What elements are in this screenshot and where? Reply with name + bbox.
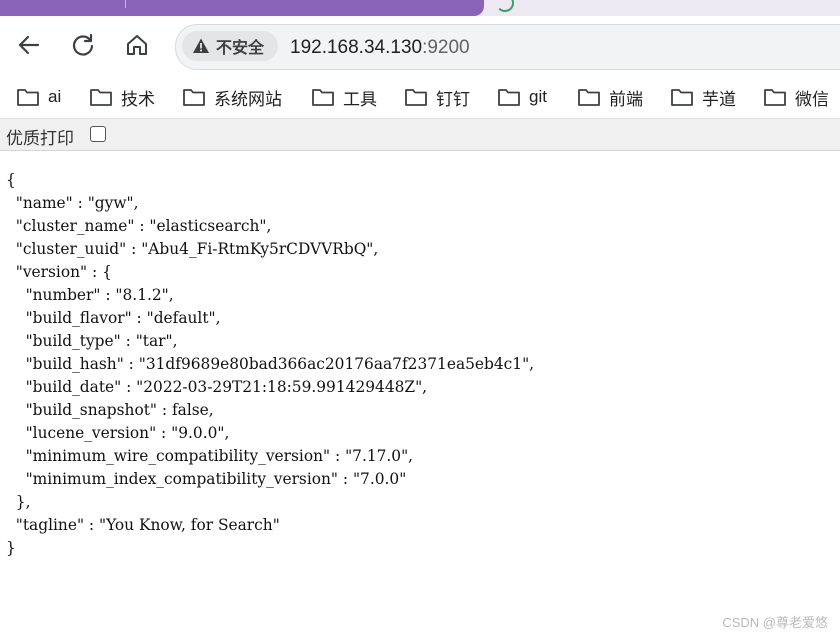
- url-host: 192.168.34.130: [290, 37, 423, 58]
- back-arrow-icon: [18, 35, 40, 55]
- pretty-print-label: 优质打印: [6, 129, 74, 148]
- browser-toolbar: 不安全 192.168.34.130:9200: [0, 16, 840, 76]
- home-icon: [127, 35, 147, 55]
- url-port: :9200: [422, 37, 470, 58]
- loading-spinner-icon: [496, 0, 514, 12]
- reload-button[interactable]: [68, 30, 98, 60]
- folder-icon: [764, 89, 786, 106]
- bookmark-label: 前端: [609, 89, 643, 109]
- bookmark-label: 技术: [121, 89, 155, 109]
- bookmark-label: 芋道: [702, 89, 736, 109]
- bookmark-label: 系统网站: [214, 89, 282, 109]
- bookmark-label: 工具: [343, 89, 377, 109]
- folder-icon: [17, 89, 39, 106]
- warning-icon: [192, 37, 210, 55]
- folder-icon: [498, 89, 520, 106]
- bookmark-label: git: [529, 87, 547, 106]
- bookmarks-bar: ai 技术 系统网站 工具 钉钉 git 前端 芋道 微信: [0, 76, 840, 119]
- bookmark-folder-tools[interactable]: 工具: [311, 85, 377, 109]
- bookmark-label: ai: [48, 87, 62, 106]
- bookmark-folder-dingtalk[interactable]: 钉钉: [404, 85, 470, 109]
- tab-divider: [125, 0, 126, 8]
- address-bar[interactable]: 不安全 192.168.34.130:9200: [175, 24, 840, 70]
- back-button[interactable]: [14, 30, 44, 60]
- pretty-print-bar: 优质打印: [0, 119, 840, 151]
- bookmark-folder-wechat[interactable]: 微信: [763, 85, 829, 109]
- security-label: 不安全: [216, 40, 265, 57]
- bookmark-folder-system-sites[interactable]: 系统网站: [182, 85, 282, 109]
- pretty-print-checkbox[interactable]: [90, 126, 106, 142]
- page-content: { "name" : "gyw", "cluster_name" : "elas…: [0, 151, 840, 639]
- home-button[interactable]: [122, 30, 152, 60]
- folder-icon: [405, 89, 427, 106]
- folder-icon: [312, 89, 334, 106]
- bookmark-label: 钉钉: [436, 89, 470, 109]
- bookmark-folder-git[interactable]: git: [497, 85, 547, 109]
- active-tab[interactable]: [0, 0, 484, 16]
- bookmark-folder-yudao[interactable]: 芋道: [670, 85, 736, 109]
- bookmark-folder-tech[interactable]: 技术: [89, 85, 155, 109]
- tab-strip: [0, 0, 840, 16]
- bookmark-folder-frontend[interactable]: 前端: [577, 85, 643, 109]
- folder-icon: [578, 89, 600, 106]
- csdn-watermark: CSDN @尊老爱悠: [722, 615, 828, 630]
- reload-icon: [72, 33, 94, 56]
- bookmark-folder-ai[interactable]: ai: [16, 85, 61, 109]
- json-response-text: { "name" : "gyw", "cluster_name" : "elas…: [6, 171, 535, 557]
- folder-icon: [183, 89, 205, 106]
- url-text[interactable]: 192.168.34.130:9200: [290, 37, 470, 59]
- bookmark-label: 微信: [795, 89, 829, 109]
- folder-icon: [90, 89, 112, 106]
- security-indicator[interactable]: 不安全: [182, 31, 278, 61]
- folder-icon: [671, 89, 693, 106]
